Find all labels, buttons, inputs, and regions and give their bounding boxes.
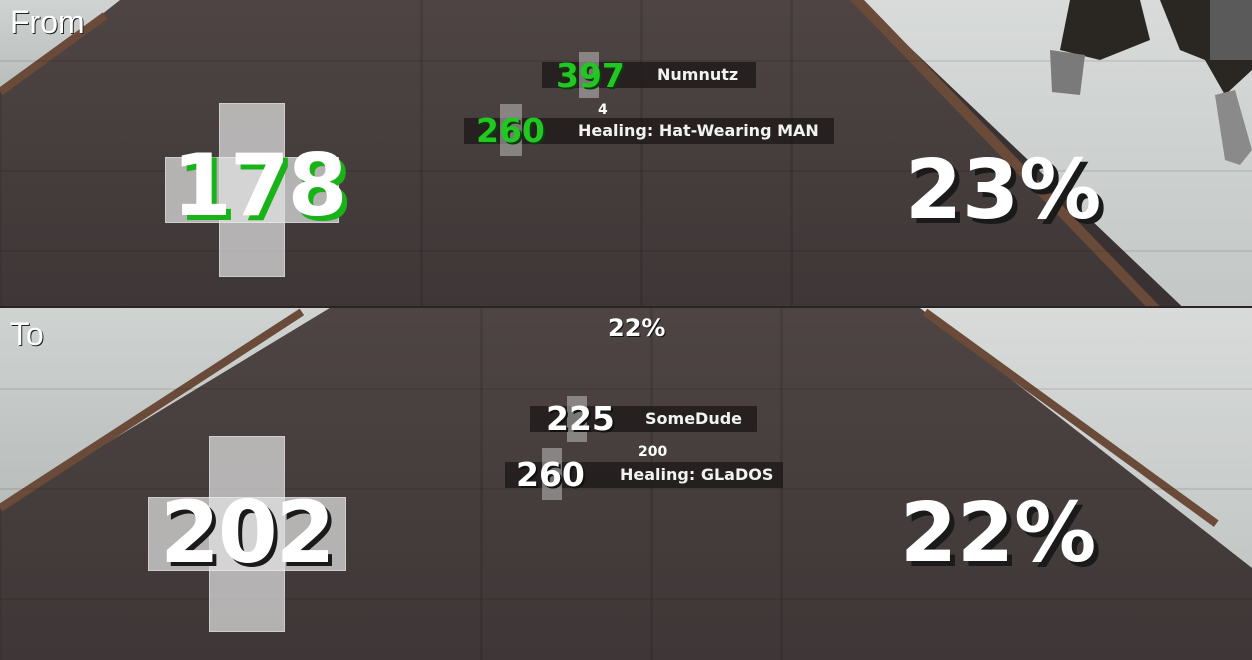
floor-tile-line bbox=[0, 598, 1252, 600]
damage-number: 4 bbox=[598, 102, 608, 118]
floor-seam bbox=[480, 308, 483, 660]
player-health: 178 bbox=[172, 136, 348, 236]
healing-target-name: Healing: Hat-Wearing MAN bbox=[578, 121, 819, 140]
floor-seam bbox=[420, 0, 423, 306]
player-health: 202 bbox=[160, 483, 336, 583]
floor-seam bbox=[790, 0, 793, 306]
ubercharge-meter: 22% bbox=[900, 486, 1097, 581]
to-label: To bbox=[10, 316, 44, 352]
target-name: SomeDude bbox=[645, 409, 743, 428]
target-health: 225 bbox=[546, 399, 615, 438]
floor-seam bbox=[640, 0, 643, 306]
floor-tile-line bbox=[0, 250, 1252, 252]
target-name: Numnutz bbox=[657, 65, 739, 84]
target-health: 397 bbox=[556, 56, 625, 95]
healing-target-health: 260 bbox=[476, 111, 545, 150]
to-panel: To 22% 225 SomeDude 200 260 Healing: GLa… bbox=[0, 308, 1252, 660]
floor-tile-line bbox=[0, 388, 1252, 390]
from-panel: From 397 Numnutz 4 260 Healing: Hat-Wear… bbox=[0, 0, 1252, 306]
healing-target-name: Healing: GLaDOS bbox=[620, 465, 774, 484]
charge-percent: 22% bbox=[608, 314, 666, 342]
heal-amount-number: 200 bbox=[638, 444, 668, 460]
from-label: From bbox=[10, 4, 85, 40]
ubercharge-meter: 23% bbox=[905, 143, 1102, 238]
healing-target-health: 260 bbox=[516, 455, 585, 494]
